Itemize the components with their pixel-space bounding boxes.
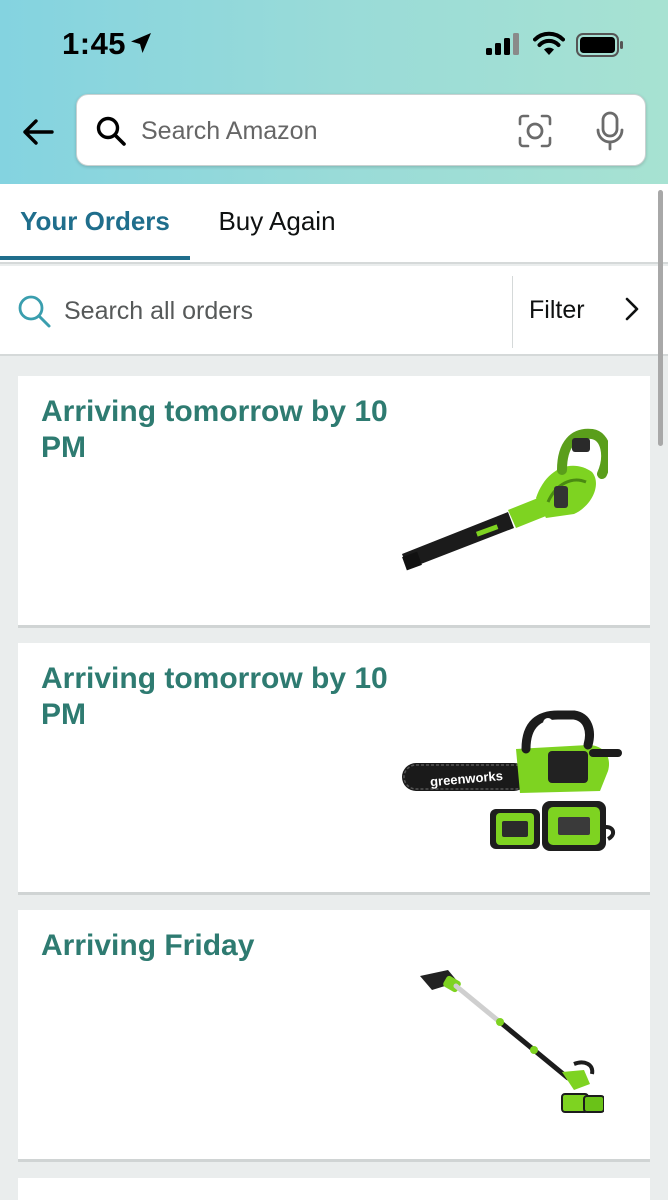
order-search-bar: Filter [0,266,668,356]
filter-label: Filter [529,296,585,324]
filter-button[interactable]: Filter [514,266,668,354]
active-tab-indicator [0,256,190,260]
delivery-status: Arriving tomorrow by 10 PM [41,662,388,731]
delivery-status: Arriving Friday [41,929,255,962]
location-arrow-icon [131,33,151,53]
status-time: 1:45 [62,26,127,61]
search-filter-divider [512,276,513,348]
battery-icon [576,33,623,57]
amazon-search-bar[interactable] [76,94,646,166]
order-card[interactable]: Arriving tomorrow by 10 PM greenworks [18,643,650,895]
order-card[interactable] [18,1178,650,1200]
order-search-input[interactable] [64,288,494,334]
microphone-icon[interactable] [595,111,625,151]
leaf-blower-product-image [402,428,608,571]
tab-your-orders[interactable]: Your Orders [0,184,190,262]
search-input[interactable] [141,109,501,153]
order-card[interactable]: Arriving tomorrow by 10 PM [18,376,650,628]
status-bar: 1:45 [0,0,668,88]
scrollbar[interactable] [658,190,663,446]
wifi-icon [533,31,565,55]
chainsaw-kit-product-image: greenworks [402,710,622,851]
app-header: 1:45 [0,0,668,184]
chevron-right-icon [625,297,639,321]
pole-saw-product-image [420,970,604,1113]
tab-buy-again[interactable]: Buy Again [196,184,358,262]
orders-tab-bar: Your Orders Buy Again [0,184,668,264]
delivery-status: Arriving tomorrow by 10 PM [41,395,388,464]
cellular-signal-icon [486,33,519,55]
order-search-icon [18,295,51,328]
back-arrow-icon[interactable] [20,114,56,150]
search-icon [96,116,126,146]
order-card[interactable]: Arriving Friday [18,910,650,1162]
camera-scan-icon[interactable] [517,113,553,149]
